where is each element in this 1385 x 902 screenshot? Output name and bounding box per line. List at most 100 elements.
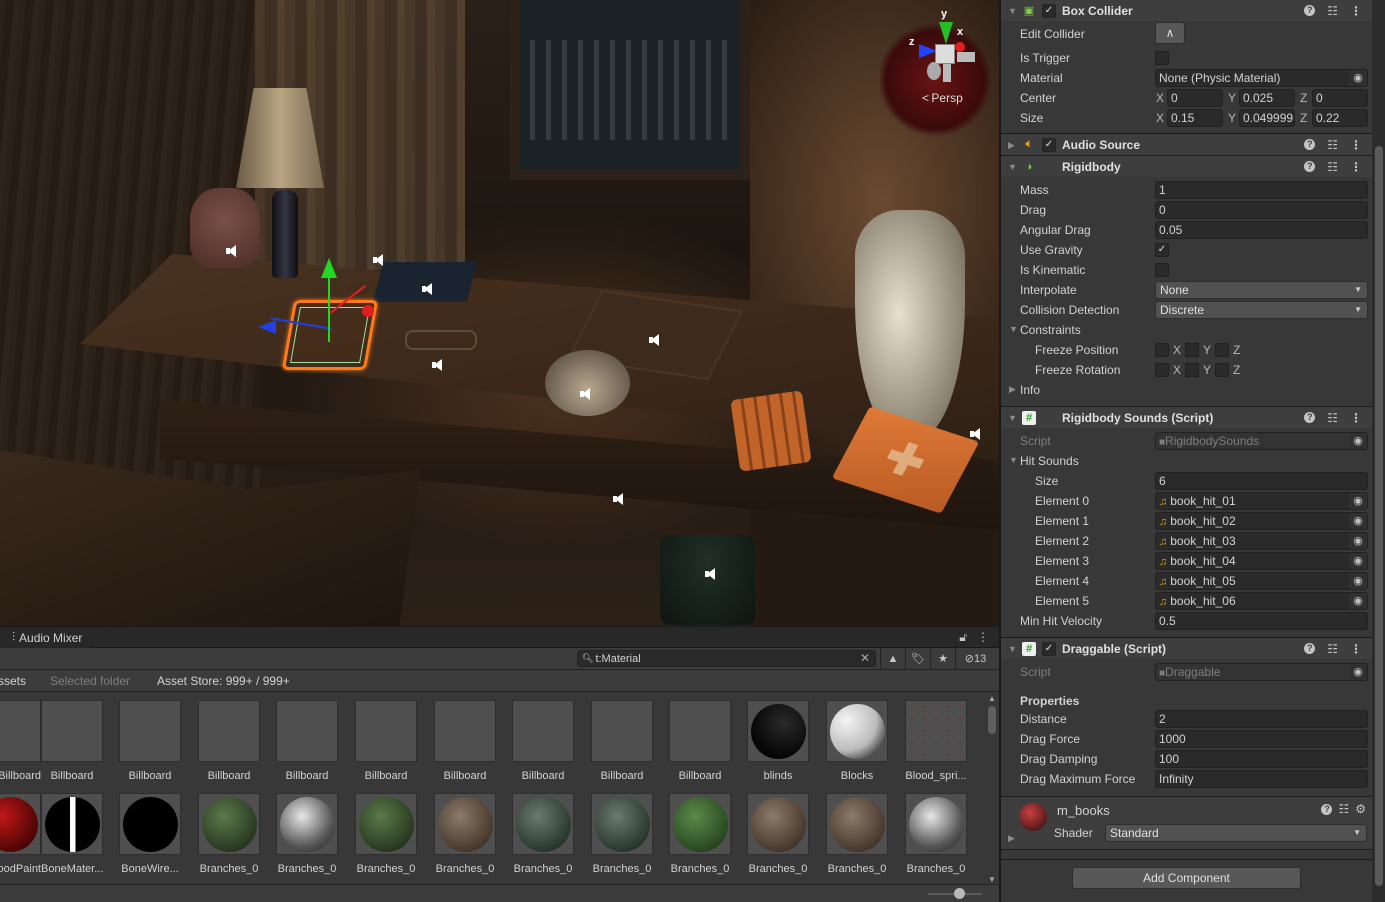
context-menu-icon[interactable]: ⋮	[1350, 160, 1362, 174]
center-x-field[interactable]: 0	[1167, 89, 1223, 107]
hidden-packages-button[interactable]: ⊘ 13	[955, 648, 995, 669]
search-by-type-button[interactable]: ▲	[880, 648, 905, 669]
foldout-expanded-icon[interactable]: ▼	[1009, 324, 1018, 334]
asset-item[interactable]: Branches_0	[747, 793, 809, 875]
freeze-position-z-checkbox[interactable]	[1215, 343, 1229, 357]
foldout-collapsed-icon[interactable]: ▶	[1008, 833, 1015, 844]
scene-view[interactable]: y x z < Persp	[0, 0, 999, 626]
box-collider-enabled-checkbox[interactable]: ✓	[1042, 3, 1056, 18]
use-gravity-checkbox[interactable]: ✓	[1155, 243, 1169, 257]
foldout-collapsed-icon[interactable]: ▶	[1008, 140, 1016, 149]
mass-field[interactable]: 1	[1155, 181, 1368, 199]
icon-size-slider[interactable]	[928, 888, 982, 899]
center-z-field[interactable]: 0	[1312, 89, 1368, 107]
presets-icon[interactable]: ☷	[1327, 4, 1338, 18]
context-menu-icon[interactable]: ⋮	[1350, 411, 1362, 425]
asset-item[interactable]: Branches_0	[591, 793, 653, 875]
asset-item[interactable]: Branches_0	[198, 793, 260, 875]
info-row[interactable]: ▶ Info	[1001, 380, 1372, 400]
asset-item[interactable]: Branches_0	[826, 793, 888, 875]
foldout-collapsed-icon[interactable]: ▶	[1009, 384, 1016, 395]
asset-item[interactable]: Blood_spri...	[905, 700, 967, 782]
persp-toggle[interactable]: < Persp	[922, 91, 963, 105]
audio-source-enabled-checkbox[interactable]: ✓	[1042, 137, 1056, 152]
scroll-up-icon[interactable]: ▲	[988, 694, 996, 703]
asset-item[interactable]: Billboard	[434, 700, 496, 782]
add-component-button[interactable]: Add Component	[1072, 867, 1301, 889]
freeze-rotation-x-checkbox[interactable]	[1155, 363, 1169, 377]
object-picker-icon[interactable]: ◉	[1349, 70, 1367, 86]
glasses[interactable]	[405, 330, 477, 350]
audio-source-icon[interactable]	[613, 493, 625, 505]
presets-icon[interactable]: ☷	[1327, 642, 1338, 656]
box-collider-header[interactable]: ▼ ▣ ✓ Box Collider ? ☷ ⋮	[1001, 0, 1372, 21]
hit-sounds-size-field[interactable]: 6	[1155, 472, 1368, 490]
presets-icon[interactable]: ☷	[1327, 411, 1338, 425]
asset-item[interactable]: Blocks	[826, 700, 888, 782]
audio-source-icon[interactable]	[580, 388, 592, 400]
search-by-label-button[interactable]: 🏷︎	[905, 648, 930, 669]
help-icon[interactable]: ?	[1304, 5, 1316, 16]
freeze-rotation-z-checkbox[interactable]	[1215, 363, 1229, 377]
help-icon[interactable]: ?	[1304, 139, 1316, 150]
constraints-row[interactable]: ▼ Constraints	[1001, 320, 1372, 340]
asset-item[interactable]: BoneWire...	[119, 793, 181, 875]
orientation-y-cone[interactable]	[939, 22, 953, 44]
foldout-expanded-icon[interactable]: ▼	[1008, 413, 1017, 422]
orientation-neg-cone[interactable]	[943, 64, 951, 82]
orientation-x-cone[interactable]	[955, 42, 965, 52]
asset-item[interactable]: Billboard	[276, 700, 338, 782]
presets-icon[interactable]: ☷	[1327, 138, 1338, 152]
audio-source-header[interactable]: ▶ 🔈︎ ✓ Audio Source ? ☷ ⋮	[1001, 133, 1372, 155]
favorites-button[interactable]: ★	[930, 648, 955, 669]
audio-source-icon[interactable]	[970, 428, 982, 440]
icon-size-slider-knob[interactable]	[954, 888, 965, 899]
min-hit-velocity-field[interactable]: 0.5	[1155, 612, 1368, 630]
shader-dropdown[interactable]: Standard ▼	[1105, 824, 1367, 842]
move-gizmo-y-handle[interactable]	[321, 258, 337, 278]
project-scrollbar[interactable]: ▲ ▼	[985, 694, 999, 884]
audio-clip-field[interactable]: ♫ book_hit_01 ◉	[1155, 492, 1368, 510]
hit-sounds-row[interactable]: ▼ Hit Sounds	[1001, 451, 1372, 471]
presets-icon[interactable]: ☷	[1327, 160, 1338, 174]
audio-clip-field[interactable]: ♫ book_hit_06 ◉	[1155, 592, 1368, 610]
lock-icon[interactable]: 🔓︎	[959, 630, 967, 645]
interpolate-dropdown[interactable]: None ▼	[1155, 281, 1368, 299]
asset-item[interactable]: Billboard	[41, 700, 103, 782]
foldout-expanded-icon[interactable]: ▼	[1008, 6, 1017, 15]
drag-force-field[interactable]: 1000	[1155, 730, 1368, 748]
freeze-position-x-checkbox[interactable]	[1155, 343, 1169, 357]
angular-drag-field[interactable]: 0.05	[1155, 221, 1368, 239]
asset-item[interactable]: Branches_0	[434, 793, 496, 875]
inspector-scroll-thumb[interactable]	[1375, 146, 1383, 886]
presets-icon[interactable]: ☷	[1338, 802, 1349, 816]
size-x-field[interactable]: 0.15	[1167, 109, 1223, 127]
audio-clip-field[interactable]: ♫ book_hit_03 ◉	[1155, 532, 1368, 550]
context-menu-icon[interactable]: ⋮	[1350, 138, 1362, 152]
size-y-field[interactable]: 0.049999	[1239, 109, 1295, 127]
scroll-down-icon[interactable]: ▼	[988, 875, 996, 884]
tab-audio-mixer[interactable]: ⫶ Audio Mixer	[0, 627, 91, 648]
help-icon[interactable]: ?	[1304, 643, 1316, 654]
orientation-neg-cone[interactable]	[927, 62, 941, 80]
teddy-bear[interactable]	[190, 188, 260, 268]
audio-source-icon[interactable]	[373, 254, 385, 266]
context-menu-icon[interactable]: ⋮	[1350, 4, 1362, 18]
clear-search-icon[interactable]: ✕	[860, 651, 870, 665]
asset-item[interactable]: BloodPaint	[0, 793, 41, 875]
help-icon[interactable]: ?	[1304, 412, 1316, 423]
foldout-expanded-icon[interactable]: ▼	[1009, 455, 1018, 465]
audio-source-icon[interactable]	[705, 568, 717, 580]
size-z-field[interactable]: 0.22	[1312, 109, 1368, 127]
audio-source-icon[interactable]	[422, 283, 434, 295]
collision-detection-dropdown[interactable]: Discrete ▼	[1155, 301, 1368, 319]
draggable-enabled-checkbox[interactable]: ✓	[1042, 641, 1056, 656]
foldout-expanded-icon[interactable]: ▼	[1008, 162, 1017, 171]
dynamite[interactable]	[730, 390, 812, 472]
object-picker-icon[interactable]: ◉	[1349, 533, 1367, 549]
scope-selected-folder[interactable]: Selected folder	[50, 674, 130, 688]
object-picker-icon[interactable]: ◉	[1349, 593, 1367, 609]
is-kinematic-checkbox[interactable]	[1155, 263, 1169, 277]
foldout-expanded-icon[interactable]: ▼	[1008, 644, 1017, 653]
edit-collider-button[interactable]: ∧	[1155, 22, 1185, 44]
